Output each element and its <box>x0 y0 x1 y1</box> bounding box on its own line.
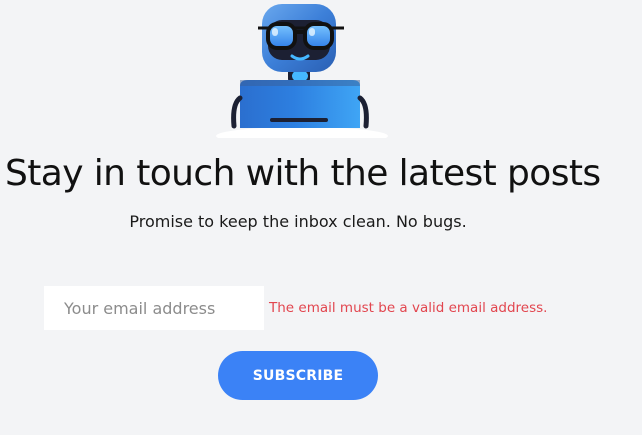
email-error-message: The email must be a valid email address. <box>269 300 548 316</box>
robot-mascot-icon <box>216 4 388 138</box>
subscribe-button[interactable]: SUBSCRIBE <box>218 351 378 400</box>
page-title: Stay in touch with the latest posts <box>5 153 601 194</box>
newsletter-section: Stay in touch with the latest posts Prom… <box>0 0 642 435</box>
email-field[interactable] <box>44 286 264 330</box>
subtitle: Promise to keep the inbox clean. No bugs… <box>129 212 467 231</box>
